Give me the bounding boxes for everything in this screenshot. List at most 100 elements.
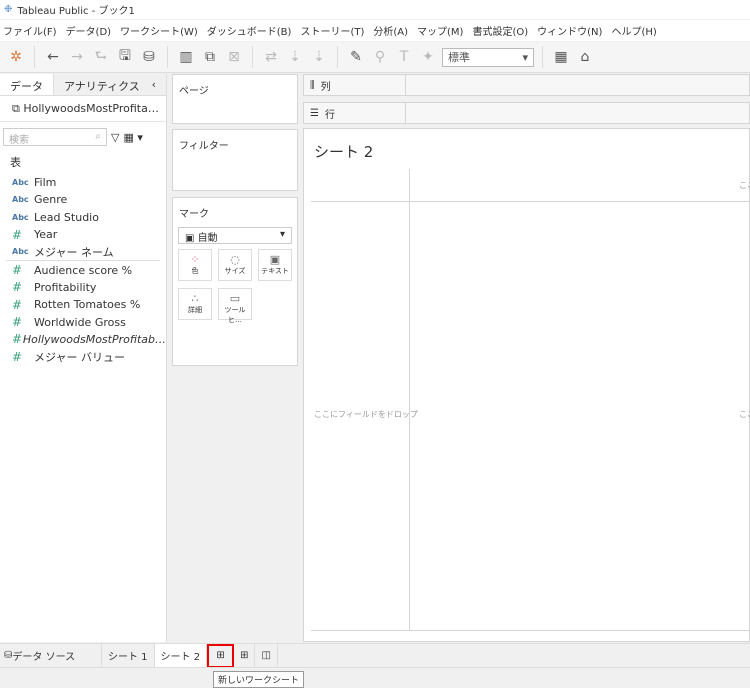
sheet-tab-2[interactable]: シート 2	[154, 644, 208, 667]
menu-help[interactable]: ヘルプ(H)	[608, 23, 662, 38]
sort-desc-icon[interactable]: ⇣	[309, 49, 329, 65]
rows-label: 行	[324, 109, 335, 121]
field-item[interactable]: Abc Lead Studio	[0, 209, 166, 226]
pages-shelf[interactable]: ページ	[172, 74, 298, 124]
datasource-item[interactable]: ⧉ HollywoodsMostProfita…	[0, 96, 166, 122]
menu-map[interactable]: マップ(M)	[414, 23, 469, 38]
menu-window[interactable]: ウィンドウ(N)	[534, 23, 608, 38]
new-worksheet-button[interactable]: ⊞	[207, 643, 235, 668]
sheet-tab-bar: ⛁ データ ソース シート 1 シート 2 ⊞ ⊞ ◫	[0, 643, 750, 668]
field-item[interactable]: # HollywoodsMostProfitab…	[0, 331, 166, 348]
tableau-home-icon[interactable]: ✲	[6, 49, 26, 65]
search-input[interactable]: 検索 ⌕	[3, 128, 107, 146]
sheet-tab-1[interactable]: シート 1	[102, 644, 155, 667]
search-placeholder: 検索	[9, 135, 29, 146]
filter-icon[interactable]: ▽	[111, 131, 119, 144]
new-worksheet-icon: ⊞	[216, 650, 225, 661]
datasource-tab-label: データ ソース	[12, 652, 76, 663]
marks-card: マーク ▣ 自動 ▾ ⁘ 色 ◌ サイズ ▣ テキスト ∴ 詳細 ▭ ツールヒ…	[172, 197, 298, 366]
sort-asc-icon[interactable]: ⇣	[285, 49, 305, 65]
menu-analysis[interactable]: 分析(A)	[370, 23, 414, 38]
mark-type-select[interactable]: ▣ 自動 ▾	[178, 227, 292, 244]
show-me-icon[interactable]: ▦	[551, 49, 571, 65]
new-worksheet-icon[interactable]: ▥	[176, 49, 196, 65]
highlight-icon[interactable]: ✎	[346, 49, 366, 65]
size-icon: ◌	[230, 253, 240, 266]
mark-type-value: 自動	[197, 233, 218, 244]
filters-shelf[interactable]: フィルター	[172, 129, 298, 191]
color-button[interactable]: ⁘ 色	[178, 249, 212, 281]
size-button[interactable]: ◌ サイズ	[218, 249, 252, 281]
text-label: テキスト	[261, 267, 289, 275]
menu-format[interactable]: 書式設定(O)	[469, 23, 534, 38]
field-item[interactable]: Abc メジャー ネーム	[0, 243, 166, 260]
tooltip-button[interactable]: ▭ ツールヒ…	[218, 288, 252, 324]
number-type-icon: #	[12, 349, 23, 364]
menu-file[interactable]: ファイル(F)	[0, 23, 63, 38]
new-story-button[interactable]: ◫	[255, 644, 278, 667]
new-dashboard-button[interactable]: ⊞	[234, 644, 256, 667]
tab-data[interactable]: データ	[0, 74, 54, 95]
field-item[interactable]: # Worldwide Gross	[0, 313, 166, 330]
fit-select-value: 標準	[448, 51, 470, 64]
redo-icon[interactable]: ⮑	[91, 45, 111, 69]
menu-story[interactable]: ストーリー(T)	[297, 23, 370, 38]
datasource-name: HollywoodsMostProfita…	[23, 102, 159, 115]
number-type-icon: #	[12, 315, 23, 330]
text-icon: ▣	[269, 253, 281, 266]
rows-shelf[interactable]: ☰ 行	[303, 102, 750, 124]
collapse-icon[interactable]: ‹	[152, 78, 156, 91]
new-dashboard-icon: ⊞	[240, 650, 249, 661]
field-item[interactable]: # Audience score %	[0, 261, 166, 278]
group-icon[interactable]: ⚲	[370, 49, 390, 65]
tab-analytics[interactable]: アナリティクス ‹	[54, 74, 166, 95]
detail-button[interactable]: ∴ 詳細	[178, 288, 212, 320]
number-type-icon: #	[12, 332, 23, 347]
field-item[interactable]: Abc Film	[0, 174, 166, 191]
toolbar: ✲ ← → ⮑ 🖫 ⛁ ▥ ⧉ ⊠ ⇄ ⇣ ⇣ ✎ ⚲ T ✦ 標準 ▾ ▦ ⌂	[0, 42, 750, 73]
duplicate-icon[interactable]: ⧉	[200, 49, 220, 65]
new-story-icon: ◫	[261, 650, 271, 661]
view-drop-zone[interactable]: ここ	[739, 409, 750, 420]
menu-bar: ファイル(F) データ(D) ワークシート(W) ダッシュボード(B) ストーリ…	[0, 20, 750, 41]
field-name: Film	[34, 176, 57, 190]
menu-dashboard[interactable]: ダッシュボード(B)	[204, 23, 298, 38]
label-icon[interactable]: T	[394, 49, 414, 65]
view-options-icon[interactable]: ▦ ▾	[123, 131, 142, 144]
field-item[interactable]: # メジャー バリュー	[0, 348, 166, 365]
columns-drop-zone[interactable]: ここ	[739, 180, 750, 191]
columns-shelf[interactable]: ⫼ 列	[303, 74, 750, 96]
pages-label: ページ	[179, 86, 209, 97]
clear-sheet-icon[interactable]: ⊠	[224, 49, 244, 65]
field-name: Rotten Tomatoes %	[34, 298, 141, 312]
table-label: 表	[10, 156, 21, 169]
save-icon[interactable]: 🖫	[115, 45, 135, 69]
datasource-tab[interactable]: ⛁ データ ソース	[0, 644, 102, 667]
number-type-icon: #	[12, 227, 23, 242]
forward-icon[interactable]: →	[67, 49, 87, 65]
presentation-icon[interactable]: ⌂	[575, 49, 595, 65]
field-item[interactable]: # Profitability	[0, 279, 166, 296]
back-icon[interactable]: ←	[43, 49, 63, 65]
text-button[interactable]: ▣ テキスト	[258, 249, 292, 281]
new-datasource-icon[interactable]: ⛁	[139, 49, 159, 65]
sheet-title: シート 2	[314, 143, 374, 161]
pin-icon[interactable]: ✦	[418, 49, 438, 65]
string-type-icon: Abc	[12, 195, 29, 205]
number-type-icon: #	[12, 297, 23, 312]
field-item[interactable]: Abc Genre	[0, 191, 166, 208]
worksheet-canvas[interactable]: シート 2 ここにフィールドをドロップ ここ ここ	[303, 128, 750, 642]
field-name: メジャー バリュー	[34, 350, 125, 364]
detail-label: 詳細	[188, 306, 202, 314]
menu-worksheet[interactable]: ワークシート(W)	[117, 23, 204, 38]
field-item[interactable]: # Rotten Tomatoes %	[0, 296, 166, 313]
menu-data[interactable]: データ(D)	[63, 23, 118, 38]
field-name: Genre	[34, 193, 68, 207]
rows-drop-zone[interactable]: ここにフィールドをドロップ	[314, 409, 418, 420]
color-label: 色	[191, 267, 199, 275]
fit-select[interactable]: 標準 ▾	[442, 47, 534, 67]
field-item[interactable]: # Year	[0, 226, 166, 243]
string-type-icon: Abc	[12, 212, 29, 222]
swap-icon[interactable]: ⇄	[261, 49, 281, 65]
color-icon: ⁘	[190, 253, 200, 266]
